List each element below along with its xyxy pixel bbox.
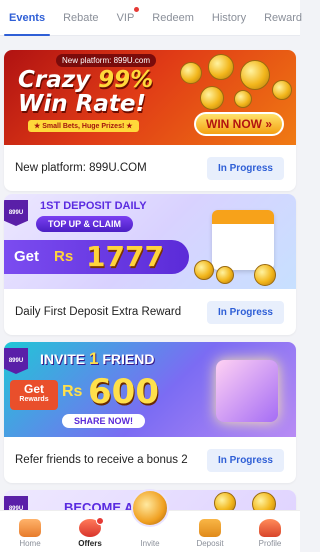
event-card-new-platform[interactable]: New platform: 899U.com Crazy 99% Win Rat… — [4, 50, 296, 191]
tab-reward[interactable]: Reward — [255, 0, 311, 36]
tab-label: History — [211, 11, 247, 24]
invite-icon — [131, 489, 169, 527]
brand-badge: 899U — [4, 496, 28, 510]
tab-vip[interactable]: VIP — [108, 0, 144, 36]
notification-dot — [134, 6, 140, 12]
event-banner-invite-friend[interactable]: 899U INVITE 1 FRIEND Get Rewards Rs 600 … — [4, 342, 296, 437]
events-list[interactable]: New platform: 899U.com Crazy 99% Win Rat… — [0, 44, 300, 510]
headline-text: INVITE — [40, 351, 90, 367]
nav-label: Deposit — [196, 539, 224, 548]
bull-mascot-icon — [214, 492, 236, 510]
event-banner-win-rate[interactable]: New platform: 899U.com Crazy 99% Win Rat… — [4, 50, 296, 145]
event-card-refer-friends[interactable]: 899U INVITE 1 FRIEND Get Rewards Rs 600 … — [4, 342, 296, 483]
coin-icon — [208, 54, 234, 80]
in-progress-button[interactable]: In Progress — [206, 300, 284, 324]
event-title: New platform: 899U.COM — [15, 162, 147, 174]
event-title: Refer friends to receive a bonus 2 — [15, 454, 188, 466]
tab-rebate[interactable]: Rebate — [54, 0, 107, 36]
banner-headline: Crazy 99% Win Rate! — [18, 68, 153, 116]
nav-label: Offers — [78, 539, 102, 548]
reward-amount: 600 — [88, 372, 159, 412]
tab-label: Events — [9, 11, 46, 24]
nav-deposit[interactable]: Deposit — [180, 519, 240, 548]
coin-icon — [254, 264, 276, 286]
banner-subline: ★ Small Bets, Huge Prizes! ★ — [28, 120, 139, 132]
coin-icon — [240, 60, 270, 90]
coin-icon — [216, 266, 234, 284]
nav-offers[interactable]: Offers — [60, 517, 120, 548]
top-up-claim-button[interactable]: TOP UP & CLAIM — [36, 216, 134, 232]
get-label: Get — [14, 248, 40, 265]
event-card-daily-deposit[interactable]: 899U 1ST DEPOSIT DAILY TOP UP & CLAIM Ge… — [4, 194, 296, 335]
coin-icon — [200, 86, 224, 110]
headline-text: Crazy — [18, 67, 99, 93]
share-now-button[interactable]: SHARE NOW! — [62, 414, 145, 428]
event-row: Refer friends to receive a bonus 2 In Pr… — [4, 437, 296, 483]
event-row: Daily First Deposit Extra Reward In Prog… — [4, 289, 296, 335]
profile-icon — [259, 519, 281, 537]
coin-icon — [180, 62, 202, 84]
headline-percent: 99% — [98, 67, 154, 93]
rewards-label: Rewards — [19, 396, 49, 403]
home-icon — [19, 519, 41, 537]
top-tab-bar: Events Rebate VIP Redeem History Reward — [0, 0, 302, 36]
tab-events[interactable]: Events — [0, 0, 54, 36]
event-row: New platform: 899U.COM In Progress — [4, 145, 296, 191]
nav-label: Home — [19, 539, 41, 548]
reward-amount-bar: Get Rs 1777 — [4, 240, 189, 274]
tab-redeem[interactable]: Redeem — [143, 0, 203, 36]
tab-label: Redeem — [152, 11, 194, 24]
nav-invite[interactable]: Invite — [120, 489, 180, 548]
headline-text: FRIEND — [98, 351, 155, 367]
mascot-icon — [252, 492, 276, 510]
in-progress-button[interactable]: In Progress — [206, 448, 284, 472]
gift-box-icon — [216, 360, 278, 422]
nav-label: Invite — [140, 539, 160, 548]
get-label: Get — [23, 382, 44, 396]
calendar-icon — [212, 210, 274, 270]
win-now-button[interactable]: WIN NOW » — [194, 112, 284, 136]
nav-home[interactable]: Home — [0, 519, 60, 548]
tab-label: Reward — [264, 11, 303, 24]
get-rewards-box: Get Rewards — [10, 380, 58, 410]
headline-text: Win Rate! — [18, 91, 146, 117]
coin-icon — [272, 80, 292, 100]
nav-label: Profile — [258, 539, 282, 548]
banner-tagline: New platform: 899U.com — [56, 54, 157, 67]
tab-label: Rebate — [63, 11, 99, 24]
in-progress-button[interactable]: In Progress — [206, 156, 284, 180]
tab-history[interactable]: History — [203, 0, 255, 36]
reward-amount: 1777 — [86, 240, 164, 273]
nav-profile[interactable]: Profile — [240, 519, 300, 548]
banner-headline: 1ST DEPOSIT DAILY — [40, 200, 147, 212]
event-banner-first-deposit[interactable]: 899U 1ST DEPOSIT DAILY TOP UP & CLAIM Ge… — [4, 194, 296, 289]
brand-badge: 899U — [4, 348, 28, 374]
event-title: Daily First Deposit Extra Reward — [15, 306, 182, 318]
coin-icon — [234, 90, 252, 108]
notification-dot — [96, 517, 104, 525]
deposit-icon — [199, 519, 221, 537]
currency-label: Rs — [54, 248, 74, 265]
currency-label: Rs — [62, 383, 83, 400]
banner-headline: INVITE 1 FRIEND — [40, 349, 154, 369]
tab-label: VIP — [116, 11, 135, 24]
coin-icon — [194, 260, 214, 280]
bottom-nav: Home Offers Invite Deposit Profile — [0, 489, 300, 552]
brand-badge: 899U — [4, 200, 28, 226]
